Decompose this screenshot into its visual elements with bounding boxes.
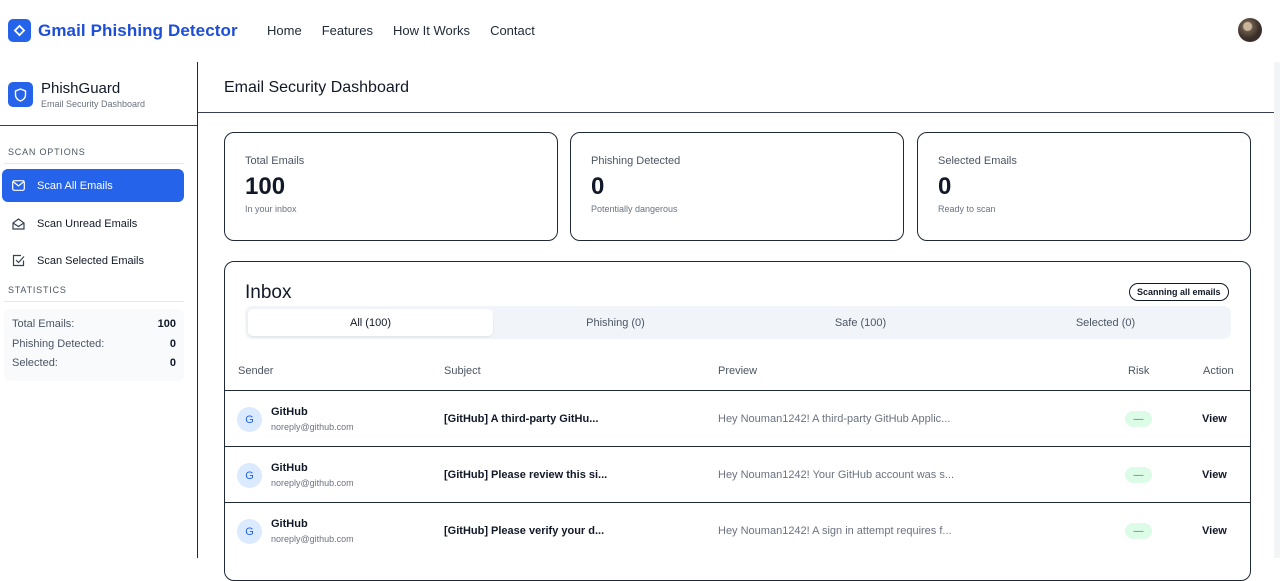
page-title: Email Security Dashboard: [224, 79, 409, 96]
email-preview: Hey Nouman1242! Your GitHub account was …: [718, 469, 955, 481]
mail-open-icon: [12, 217, 25, 230]
risk-badge: —: [1125, 467, 1152, 483]
sender-avatar: G: [237, 463, 262, 488]
sidebar-subtitle: Email Security Dashboard: [41, 99, 146, 109]
top-navbar: Gmail Phishing Detector Home Features Ho…: [0, 0, 1280, 62]
sidebar-divider: [0, 125, 197, 126]
section-divider: [4, 301, 184, 302]
email-preview: Hey Nouman1242! A sign in attempt requir…: [718, 525, 952, 537]
card-label: Selected Emails: [938, 155, 1017, 167]
table-row[interactable]: G GitHub noreply@github.com [GitHub] Ple…: [225, 446, 1250, 502]
section-divider: [4, 163, 184, 164]
view-button[interactable]: View: [1202, 413, 1227, 425]
scan-unread-label: Scan Unread Emails: [37, 217, 138, 230]
email-subject: [GitHub] A third-party GitHu...: [444, 413, 599, 425]
total-emails-card: Total Emails 100 In your inbox: [224, 132, 558, 241]
column-preview: Preview: [718, 365, 758, 377]
tab-safe[interactable]: Safe (100): [738, 309, 983, 336]
stat-value: 100: [157, 318, 176, 330]
table-row[interactable]: G GitHub noreply@github.com [GitHub] Ple…: [225, 502, 1250, 558]
brand[interactable]: Gmail Phishing Detector: [8, 19, 238, 42]
card-value: 0: [938, 173, 952, 200]
card-label: Phishing Detected: [591, 155, 681, 167]
scan-all-label: Scan All Emails: [37, 179, 113, 192]
inbox-tabs: All (100) Phishing (0) Safe (100) Select…: [245, 306, 1231, 339]
shield-icon: [8, 82, 33, 107]
main-content: Email Security Dashboard Total Emails 10…: [198, 62, 1280, 581]
column-action: Action: [1203, 365, 1234, 377]
inbox-panel: Inbox Scanning all emails All (100) Phis…: [224, 261, 1251, 581]
sidebar-title: PhishGuard: [41, 80, 121, 97]
sidebar-header: PhishGuard Email Security Dashboard: [8, 80, 145, 109]
card-value: 100: [245, 173, 286, 200]
scan-unread-emails-button[interactable]: Scan Unread Emails: [2, 207, 184, 240]
card-note: Potentially dangerous: [591, 204, 678, 214]
stat-label: Total Emails:: [12, 318, 75, 330]
mail-icon: [12, 180, 25, 191]
risk-badge: —: [1125, 411, 1152, 427]
nav-contact[interactable]: Contact: [490, 23, 535, 38]
statistics-heading: STATISTICS: [8, 285, 67, 295]
brand-title: Gmail Phishing Detector: [38, 20, 238, 40]
tab-all[interactable]: All (100): [248, 309, 493, 336]
risk-badge: —: [1125, 523, 1152, 539]
email-subject: [GitHub] Please review this si...: [444, 469, 608, 481]
card-note: Ready to scan: [938, 204, 996, 214]
scrollbar[interactable]: [1274, 62, 1280, 558]
table-row[interactable]: G GitHub noreply@github.com [GitHub] A t…: [225, 390, 1250, 446]
scan-selected-label: Scan Selected Emails: [37, 254, 144, 267]
email-preview: Hey Nouman1242! A third-party GitHub App…: [718, 413, 951, 425]
diamond-icon: [8, 19, 31, 42]
sender-avatar: G: [237, 407, 262, 432]
user-avatar[interactable]: [1238, 18, 1262, 42]
stat-phishing-detected: Phishing Detected: 0: [12, 338, 176, 353]
stat-total-emails: Total Emails: 100: [12, 318, 176, 333]
view-button[interactable]: View: [1202, 525, 1227, 537]
table-header: Sender Subject Preview Risk Action: [225, 362, 1250, 391]
nav-how-it-works[interactable]: How It Works: [393, 23, 470, 38]
nav-features[interactable]: Features: [322, 23, 373, 38]
inbox-title: Inbox: [245, 282, 292, 303]
column-risk: Risk: [1128, 365, 1150, 377]
tab-phishing[interactable]: Phishing (0): [493, 309, 738, 336]
stat-selected: Selected: 0: [12, 357, 176, 372]
stat-label: Selected:: [12, 357, 58, 369]
view-button[interactable]: View: [1202, 469, 1227, 481]
statistics-panel: Total Emails: 100 Phishing Detected: 0 S…: [4, 309, 184, 381]
header-divider: [198, 112, 1280, 113]
tab-selected[interactable]: Selected (0): [983, 309, 1228, 336]
sender-name: GitHub: [271, 518, 308, 530]
scan-options-heading: SCAN OPTIONS: [8, 147, 86, 157]
sender-email: noreply@github.com: [271, 534, 354, 544]
column-subject: Subject: [444, 365, 481, 377]
scan-status-badge: Scanning all emails: [1129, 283, 1229, 301]
stat-label: Phishing Detected:: [12, 337, 105, 350]
check-square-icon: [12, 254, 25, 267]
sender-name: GitHub: [271, 462, 308, 474]
sidebar: PhishGuard Email Security Dashboard SCAN…: [0, 62, 198, 558]
main-nav: Home Features How It Works Contact: [267, 23, 535, 38]
card-label: Total Emails: [245, 155, 305, 167]
column-sender: Sender: [238, 365, 274, 377]
selected-emails-card: Selected Emails 0 Ready to scan: [917, 132, 1251, 241]
email-subject: [GitHub] Please verify your d...: [444, 525, 605, 537]
stat-value: 0: [169, 337, 176, 350]
scan-selected-emails-button[interactable]: Scan Selected Emails: [2, 244, 184, 277]
stat-value: 0: [169, 357, 176, 369]
sender-name: GitHub: [271, 406, 308, 418]
phishing-detected-card: Phishing Detected 0 Potentially dangerou…: [570, 132, 904, 241]
scan-all-emails-button[interactable]: Scan All Emails: [2, 169, 184, 202]
sender-email: noreply@github.com: [271, 478, 354, 488]
sender-email: noreply@github.com: [271, 422, 354, 432]
nav-home[interactable]: Home: [267, 23, 302, 38]
card-note: In your inbox: [245, 204, 297, 214]
card-value: 0: [591, 173, 605, 200]
sender-avatar: G: [237, 519, 262, 544]
